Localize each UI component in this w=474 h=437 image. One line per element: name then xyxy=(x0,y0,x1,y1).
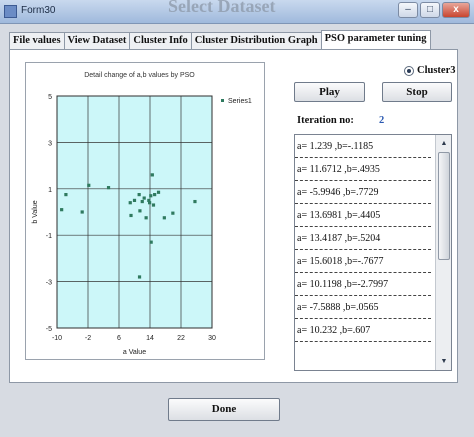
cluster-radio-label[interactable]: Cluster3 xyxy=(417,65,456,76)
list-item[interactable]: a= 11.6712 ,b=.4935 xyxy=(295,158,431,181)
list-item[interactable]: a= 10.232 ,b=.607 xyxy=(295,319,431,342)
scroll-thumb[interactable] xyxy=(438,152,450,260)
y-axis-label: b Value xyxy=(32,200,39,223)
background-window-title: Select Dataset xyxy=(168,0,276,16)
tab-strip: File values View Dataset Cluster Info Cl… xyxy=(9,30,431,49)
tab-view-dataset[interactable]: View Dataset xyxy=(63,32,131,49)
play-button[interactable]: Play xyxy=(294,82,365,102)
data-point xyxy=(80,210,84,214)
list-item[interactable]: a= -7.5888 ,b=.0565 xyxy=(295,296,431,319)
data-point xyxy=(149,194,153,198)
x-tick-label: 14 xyxy=(146,335,154,342)
data-point xyxy=(140,199,144,204)
data-point xyxy=(64,193,68,197)
data-point xyxy=(128,201,132,205)
data-point xyxy=(153,193,157,197)
legend-label: Series1 xyxy=(228,98,252,105)
tab-pso-parameter-tuning[interactable]: PSO parameter tuning xyxy=(320,30,431,49)
chart-title: Detail change of a,b values by PSO xyxy=(84,72,195,79)
vertical-scrollbar[interactable]: ▲ ▼ xyxy=(435,135,451,370)
window-controls: – □ x xyxy=(398,2,470,18)
data-point xyxy=(60,208,64,212)
data-point xyxy=(129,213,133,218)
x-tick-label: -10 xyxy=(52,335,62,342)
tab-file-values[interactable]: File values xyxy=(9,32,65,49)
iteration-label: Iteration no: xyxy=(297,115,354,126)
data-point xyxy=(162,216,166,220)
y-tick-label: -1 xyxy=(46,233,52,240)
list-item[interactable]: a= 15.6018 ,b=-.7677 xyxy=(295,250,431,273)
data-point xyxy=(138,209,142,213)
data-point xyxy=(149,240,153,244)
list-item[interactable]: a= 1.239 ,b=-.1185 xyxy=(295,135,431,158)
list-item[interactable]: a= 13.6981 ,b=.4405 xyxy=(295,204,431,227)
list-item[interactable]: a= -5.9946 ,b=.7729 xyxy=(295,181,431,204)
data-point xyxy=(193,199,197,204)
y-tick-label: 5 xyxy=(48,94,52,101)
x-tick-label: 22 xyxy=(177,335,185,342)
list-item[interactable]: a= 13.4187 ,b=.5204 xyxy=(295,227,431,250)
x-tick-label: 6 xyxy=(117,335,121,342)
scroll-down-arrow-icon[interactable]: ▼ xyxy=(437,354,451,369)
data-point xyxy=(150,173,154,177)
tab-cluster-info[interactable]: Cluster Info xyxy=(129,32,192,49)
legend-marker xyxy=(221,99,224,102)
maximize-button[interactable]: □ xyxy=(420,2,440,18)
title-bar: Form30 Select Dataset – □ x xyxy=(0,0,474,24)
app-icon xyxy=(4,5,17,18)
done-button[interactable]: Done xyxy=(168,398,280,421)
y-tick-label: 1 xyxy=(48,187,52,194)
data-point xyxy=(132,198,137,202)
stop-button[interactable]: Stop xyxy=(382,82,452,102)
data-point xyxy=(144,216,148,220)
data-point xyxy=(87,183,91,187)
data-point xyxy=(171,211,175,215)
chart-svg: Detail change of a,b values by PSO -10 -2 6… xyxy=(32,72,252,356)
close-button[interactable]: x xyxy=(442,2,470,18)
scroll-up-arrow-icon[interactable]: ▲ xyxy=(437,136,451,151)
iteration-value: 2 xyxy=(379,115,385,126)
y-tick-label: 3 xyxy=(48,140,52,147)
data-point xyxy=(137,275,142,279)
x-tick-label: -2 xyxy=(85,335,91,342)
scatter-chart: Detail change of a,b values by PSO -10 -2 6… xyxy=(25,62,265,360)
tab-cluster-distribution-graph[interactable]: Cluster Distribution Graph xyxy=(190,32,322,49)
data-point xyxy=(148,201,152,205)
data-point xyxy=(156,190,161,194)
y-tick-label: -3 xyxy=(46,280,52,287)
list-item[interactable]: a= 10.1198 ,b=-2.7997 xyxy=(295,273,431,296)
results-list: a= 1.239 ,b=-.1185 a= 11.6712 ,b=.4935 a… xyxy=(295,135,435,342)
data-point xyxy=(106,186,111,190)
radio-selected-icon[interactable] xyxy=(404,66,414,76)
x-tick-label: 30 xyxy=(208,335,216,342)
minimize-button[interactable]: – xyxy=(398,2,418,18)
results-listbox[interactable]: a= 1.239 ,b=-.1185 a= 11.6712 ,b=.4935 a… xyxy=(294,134,452,371)
plot-area xyxy=(56,95,213,329)
data-point xyxy=(151,203,156,207)
data-point xyxy=(137,193,141,197)
window-title: Form30 xyxy=(21,5,56,16)
x-axis-label: a Value xyxy=(123,349,146,356)
data-point xyxy=(142,196,146,200)
y-tick-label: -5 xyxy=(46,326,52,333)
